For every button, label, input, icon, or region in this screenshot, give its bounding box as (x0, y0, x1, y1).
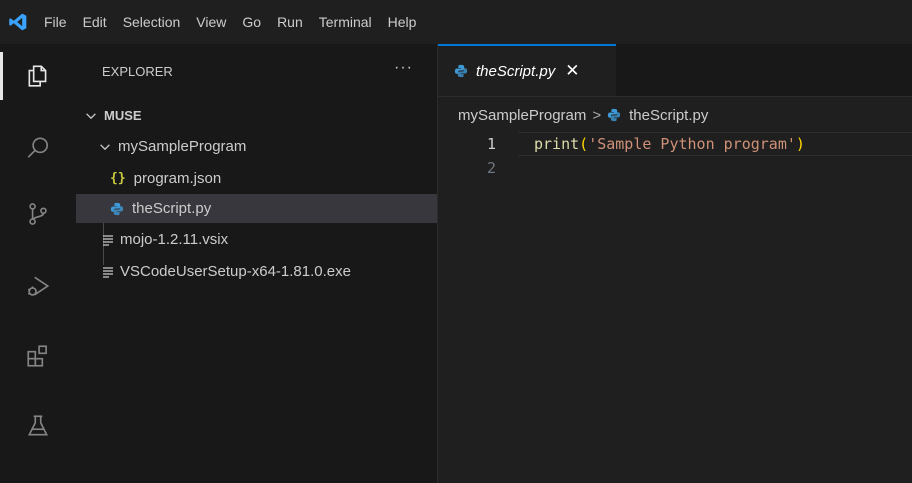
tab-label: theScript.py (476, 62, 556, 80)
python-file-icon (110, 202, 124, 215)
code-token-paren-close: ) (795, 135, 805, 153)
menu-run[interactable]: Run (269, 0, 311, 44)
tree-file-vscode-setup-exe[interactable]: VSCodeUserSetup-x64-1.81.0.exe (76, 257, 437, 286)
tab-bar: theScript.py ✕ (438, 44, 912, 97)
code-token-function: print (534, 135, 580, 153)
tree-file-program-json[interactable]: {} program.json (76, 164, 437, 193)
editor-area: theScript.py ✕ mySampleProgram > theScri… (438, 44, 912, 483)
breadcrumb-folder[interactable]: mySampleProgram (458, 107, 586, 124)
more-actions-button[interactable]: ··· (394, 59, 413, 77)
source-control-icon[interactable] (0, 190, 76, 238)
search-icon[interactable] (0, 124, 76, 172)
testing-icon[interactable] (0, 402, 76, 450)
explorer-sidebar: EXPLORER ··· MUSE mySampleProgram {} pro… (76, 44, 438, 483)
menu-terminal[interactable]: Terminal (311, 0, 380, 44)
menu-view[interactable]: View (188, 0, 234, 44)
json-file-icon: {} (110, 171, 126, 186)
line-number: 1 (486, 135, 496, 153)
workspace-root[interactable]: MUSE (76, 101, 437, 130)
chevron-down-icon (100, 143, 110, 150)
tree-item-label: mojo-1.2.11.vsix (120, 231, 229, 248)
vscode-logo-icon (0, 0, 36, 44)
menu-help[interactable]: Help (380, 0, 425, 44)
code-line-2[interactable]: 2 (438, 156, 912, 180)
code-text: print('Sample Python program') (534, 135, 805, 153)
code-token-paren-open: ( (579, 135, 589, 153)
tree-folder-mysampleprogram[interactable]: mySampleProgram (76, 132, 437, 161)
active-indicator (0, 52, 3, 100)
explorer-title: EXPLORER (102, 64, 173, 79)
tree-item-label: VSCodeUserSetup-x64-1.81.0.exe (120, 263, 351, 280)
workspace-root-label: MUSE (104, 108, 142, 123)
tree-file-thescript-py[interactable]: theScript.py (76, 194, 437, 223)
tree-item-label: theScript.py (132, 200, 212, 217)
line-number: 2 (486, 159, 496, 177)
menu-go[interactable]: Go (234, 0, 269, 44)
extensions-icon[interactable] (0, 332, 76, 380)
close-icon[interactable]: ✕ (565, 61, 579, 81)
menu-selection[interactable]: Selection (115, 0, 189, 44)
text-file-icon (103, 234, 113, 246)
breadcrumb: mySampleProgram > theScript.py (458, 104, 708, 126)
run-debug-icon[interactable] (0, 262, 76, 310)
activity-bar (0, 44, 77, 483)
breadcrumb-separator: > (592, 106, 602, 124)
text-file-icon (103, 266, 113, 278)
python-file-icon (608, 108, 621, 122)
code-line-1[interactable]: 1 print('Sample Python program') (438, 132, 912, 156)
chevron-down-icon (86, 112, 96, 119)
tree-item-label: program.json (133, 170, 222, 187)
python-file-icon (454, 64, 468, 78)
tab-thescript-py[interactable]: theScript.py ✕ (438, 44, 616, 96)
explorer-icon[interactable] (0, 52, 76, 100)
code-token-string: 'Sample Python program' (588, 135, 796, 153)
menu-file[interactable]: File (36, 0, 75, 44)
tree-file-mojo-vsix[interactable]: mojo-1.2.11.vsix (76, 225, 437, 254)
tree-item-label: mySampleProgram (118, 138, 247, 155)
menu-edit[interactable]: Edit (75, 0, 115, 44)
menu-bar: File Edit Selection View Go Run Terminal… (0, 0, 912, 44)
breadcrumb-file[interactable]: theScript.py (629, 107, 708, 124)
